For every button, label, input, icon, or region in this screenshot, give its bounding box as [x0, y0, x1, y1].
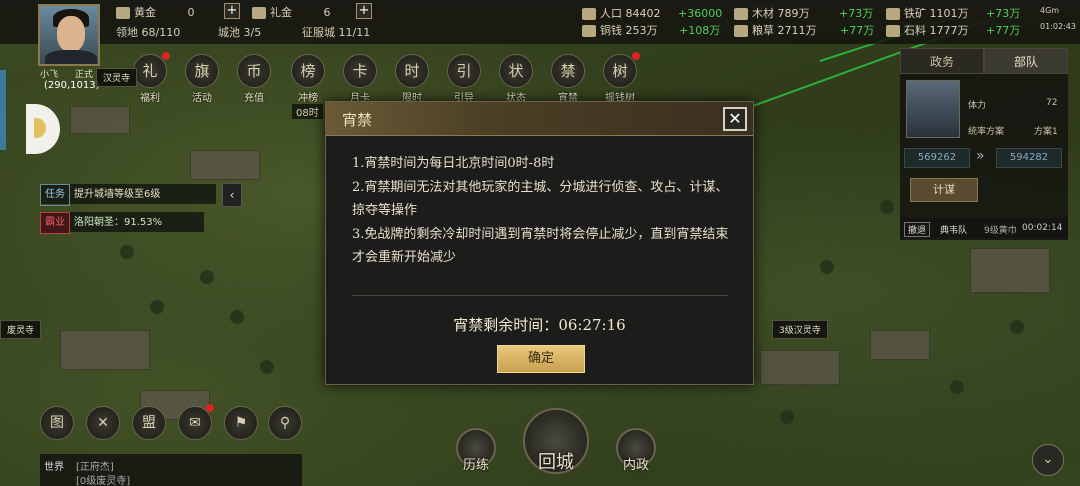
- divider: [352, 295, 728, 296]
- modal-overlay: 宵禁 ✕ 1.宵禁时间为每日北京时间0时-8时 2.宵禁期间无法对其他玩家的主城…: [0, 0, 1080, 486]
- curfew-remaining: 宵禁剩余时间：06:27:16: [453, 316, 626, 334]
- confirm-button[interactable]: 确定: [497, 345, 585, 373]
- dialog-header: 宵禁 ✕: [326, 102, 753, 136]
- dialog-body: 1.宵禁时间为每日北京时间0时-8时 2.宵禁期间无法对其他玩家的主城、分城进行…: [352, 152, 732, 270]
- dialog-title: 宵禁: [342, 111, 373, 129]
- close-button[interactable]: ✕: [723, 107, 747, 131]
- rule-line: 3.免战牌的剩余冷却时间遇到宵禁时将会停止减少，直到宵禁结束才会重新开始减少: [352, 226, 729, 266]
- curfew-dialog: 宵禁 ✕ 1.宵禁时间为每日北京时间0时-8时 2.宵禁期间无法对其他玩家的主城…: [325, 101, 754, 385]
- rule-line: 1.宵禁时间为每日北京时间0时-8时: [352, 156, 555, 171]
- remaining-time: 06:27:16: [558, 316, 626, 334]
- rule-line: 2.宵禁期间无法对其他玩家的主城、分城进行侦查、攻占、计谋、掠夺等操作: [352, 179, 729, 219]
